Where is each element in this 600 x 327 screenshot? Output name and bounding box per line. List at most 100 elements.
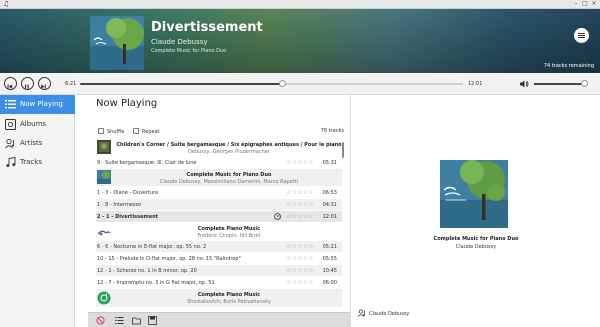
- track-row[interactable]: 12 - 1 - Scherzo no. 1 in B minor, op. 2…: [96, 265, 342, 276]
- seek-progress-fill: [80, 83, 283, 85]
- group-subtitle: Shostakovich; Boris Petrushansky: [187, 299, 271, 305]
- info-footer-artist[interactable]: Claude Debussy: [358, 309, 409, 317]
- album-art-thumbnail: [97, 140, 111, 154]
- track-duration: 05:21: [322, 244, 337, 250]
- app-icon: ♫: [3, 0, 10, 8]
- rating-stars[interactable]: ☆☆☆☆☆: [286, 159, 314, 166]
- track-row[interactable]: 6 - 6 - Nocturne in E-flat major, op. 55…: [96, 241, 342, 252]
- rating-stars[interactable]: ☆☆☆☆☆: [286, 201, 314, 208]
- track-duration: 06:53: [322, 190, 337, 196]
- queue-list: Children's Corner / Suite bergamasque / …: [96, 139, 342, 311]
- volume-slider[interactable]: [534, 80, 588, 87]
- track-name: 2 - 1 - Divertissement: [97, 214, 159, 220]
- track-duration: 12:01: [322, 214, 337, 220]
- next-button[interactable]: [38, 77, 51, 90]
- minimize-icon[interactable]: –: [573, 1, 579, 7]
- album-art-thumbnail: [97, 225, 111, 239]
- total-time: 12:01: [468, 81, 483, 87]
- shuffle-checkbox[interactable]: Shuffle: [98, 128, 124, 135]
- track-row[interactable]: 1 - 3 - Diane - Ouverture ☆☆☆☆☆ 06:53: [96, 187, 342, 198]
- track-row-now-playing[interactable]: 2 - 1 - Divertissement ☆☆☆☆☆ 12:01: [96, 211, 342, 222]
- queue-toolbar: [88, 312, 350, 327]
- track-duration: 05:55: [322, 256, 337, 262]
- list-scrollbar[interactable]: [342, 142, 344, 158]
- group-title: Complete Piano Music: [197, 292, 261, 298]
- group-title: Children's Corner / Suite bergamasque / …: [116, 142, 342, 148]
- repeat-checkbox[interactable]: Repeat: [133, 128, 160, 135]
- rating-stars[interactable]: ☆☆☆☆☆: [286, 255, 314, 262]
- track-title: Divertissement: [151, 20, 263, 35]
- track-name: 12 - 7 - Impromptu no. 3 in G flat major…: [97, 280, 215, 286]
- album-group-header[interactable]: Complete Piano Music Shostakovich; Boris…: [96, 289, 342, 307]
- album-cover-large: [440, 160, 508, 228]
- rating-stars[interactable]: ☆☆☆☆☆: [286, 267, 314, 274]
- track-duration: 05:31: [322, 160, 337, 166]
- pause-button[interactable]: [21, 77, 34, 90]
- info-album-title: Complete Music for Piano Duo: [433, 236, 519, 242]
- queue-list-icon[interactable]: [115, 316, 124, 325]
- open-folder-icon[interactable]: [132, 316, 141, 325]
- sidebar-item-albums[interactable]: Albums: [0, 115, 75, 134]
- sidebar-item-label: Albums: [20, 120, 47, 128]
- sidebar-item-tracks[interactable]: Tracks: [0, 153, 75, 172]
- tracks-remaining: 74 tracks remaining: [543, 63, 594, 69]
- rating-stars[interactable]: ☆☆☆☆☆: [286, 243, 314, 250]
- maximize-icon[interactable]: □: [582, 1, 588, 7]
- queue-icon: [5, 100, 16, 109]
- sidebar-item-artists[interactable]: Artists: [0, 134, 75, 153]
- album-group-header[interactable]: Children's Corner / Suite bergamasque / …: [96, 139, 342, 156]
- now-playing-header: Divertissement Claude Debussy Complete M…: [0, 9, 600, 73]
- checkbox-box[interactable]: [133, 128, 139, 134]
- page-title: Now Playing: [96, 98, 158, 109]
- pane-divider[interactable]: [350, 95, 351, 327]
- sidebar-item-label: Tracks: [20, 158, 42, 166]
- track-row[interactable]: 9 - Suite bergamasque: III. Clair de lun…: [96, 157, 342, 168]
- close-icon[interactable]: ×: [591, 1, 597, 7]
- checkbox-box[interactable]: [98, 128, 104, 134]
- album-art-thumbnail: [97, 291, 111, 305]
- repeat-label: Repeat: [142, 129, 160, 135]
- album-group-header[interactable]: Complete Piano Music Frédéric Chopin, Id…: [96, 223, 342, 240]
- music-note-icon: [6, 157, 16, 167]
- transport-bar: 6:21 12:01: [0, 73, 600, 95]
- footer-artist-name: Claude Debussy: [369, 311, 410, 317]
- track-row[interactable]: 1 - 8 - Intermezzo ☆☆☆☆☆ 04:31: [96, 199, 342, 210]
- seek-slider[interactable]: [80, 80, 463, 87]
- sidebar-item-label: Now Playing: [20, 100, 63, 108]
- track-row[interactable]: 12 - 7 - Impromptu no. 3 in G flat major…: [96, 277, 342, 288]
- album-art-thumbnail: [97, 170, 111, 184]
- artist-icon: [5, 138, 14, 149]
- window-titlebar: ♫ – □ ×: [0, 0, 600, 9]
- group-subtitle: Debussy, Georges Pludermacher: [188, 149, 270, 155]
- sidebar: Now Playing Albums Artists Tracks: [0, 95, 75, 327]
- rating-stars[interactable]: ☆☆☆☆☆: [286, 213, 314, 220]
- group-title: Complete Piano Music: [197, 226, 261, 232]
- pause-icon: [24, 84, 29, 89]
- group-subtitle: Claude Debussy, Massimiliano Damerini, M…: [159, 179, 299, 185]
- rating-stars[interactable]: ☆☆☆☆☆: [286, 279, 314, 286]
- volume-fill: [534, 83, 585, 85]
- group-subtitle: Frédéric Chopin, Idil Biret: [197, 233, 261, 239]
- album-cover-thumbnail: [90, 16, 144, 70]
- volume-handle[interactable]: [580, 80, 588, 87]
- info-album-artist: Claude Debussy: [455, 244, 497, 250]
- shuffle-label: Shuffle: [107, 129, 125, 135]
- elapsed-time: 6:21: [65, 81, 77, 87]
- sidebar-item-label: Artists: [20, 139, 43, 147]
- now-playing-panel: Now Playing Shuffle Repeat 78 tracks Chi…: [88, 95, 350, 327]
- seek-handle[interactable]: [279, 80, 287, 87]
- volume-icon[interactable]: [519, 79, 529, 89]
- clear-queue-icon[interactable]: [96, 316, 105, 325]
- previous-icon: [7, 84, 13, 89]
- track-album: Complete Music for Piano Duo: [151, 48, 227, 54]
- group-title: Complete Music for Piano Duo: [186, 172, 272, 178]
- track-row[interactable]: 10 - 15 - Prelude in D-flat major, op. 2…: [96, 253, 342, 264]
- sidebar-item-now-playing[interactable]: Now Playing: [0, 95, 75, 114]
- album-group-header[interactable]: Complete Music for Piano Duo Claude Debu…: [96, 169, 342, 186]
- hamburger-menu-button[interactable]: [574, 28, 589, 43]
- track-duration: 10:45: [322, 268, 337, 274]
- save-icon[interactable]: [148, 316, 157, 325]
- rating-stars[interactable]: ☆☆☆☆☆: [286, 189, 314, 196]
- previous-button[interactable]: [4, 77, 17, 90]
- track-name: 1 - 3 - Diane - Ouverture: [97, 190, 159, 196]
